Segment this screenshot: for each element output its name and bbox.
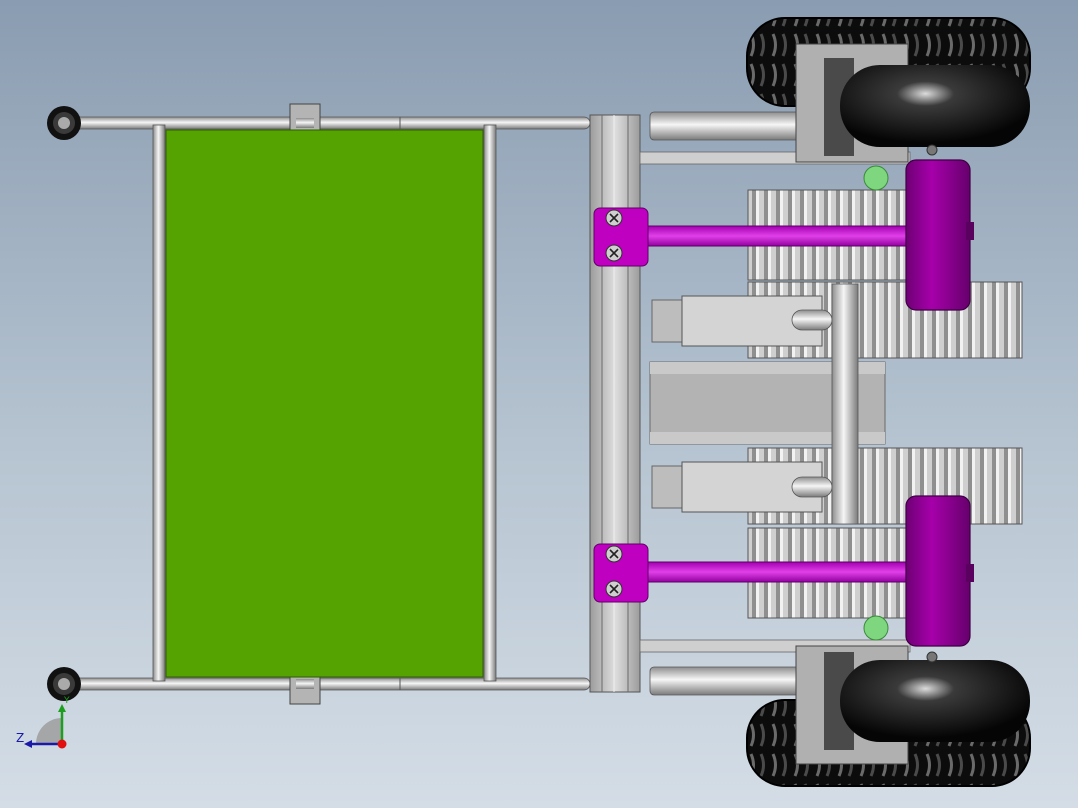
origin-point [57, 739, 67, 749]
center-shaft [831, 283, 859, 525]
green-panel [165, 129, 484, 678]
actuator-bottom [651, 461, 833, 513]
handle-knob-top[interactable] [47, 106, 81, 140]
axle-top [649, 111, 816, 141]
robot-assembly-top-view [47, 17, 1031, 787]
axle-bottom [649, 666, 816, 696]
front-plate [589, 114, 641, 693]
z-axis-label: Z [16, 731, 25, 745]
magenta-motor-block-bottom [905, 495, 974, 647]
coordinate-triad [24, 704, 67, 749]
magenta-motor-block-top [905, 159, 974, 311]
cad-viewport[interactable]: Z Y [0, 0, 1078, 808]
actuator-top [651, 295, 833, 347]
y-axis-label: Y [64, 696, 70, 706]
